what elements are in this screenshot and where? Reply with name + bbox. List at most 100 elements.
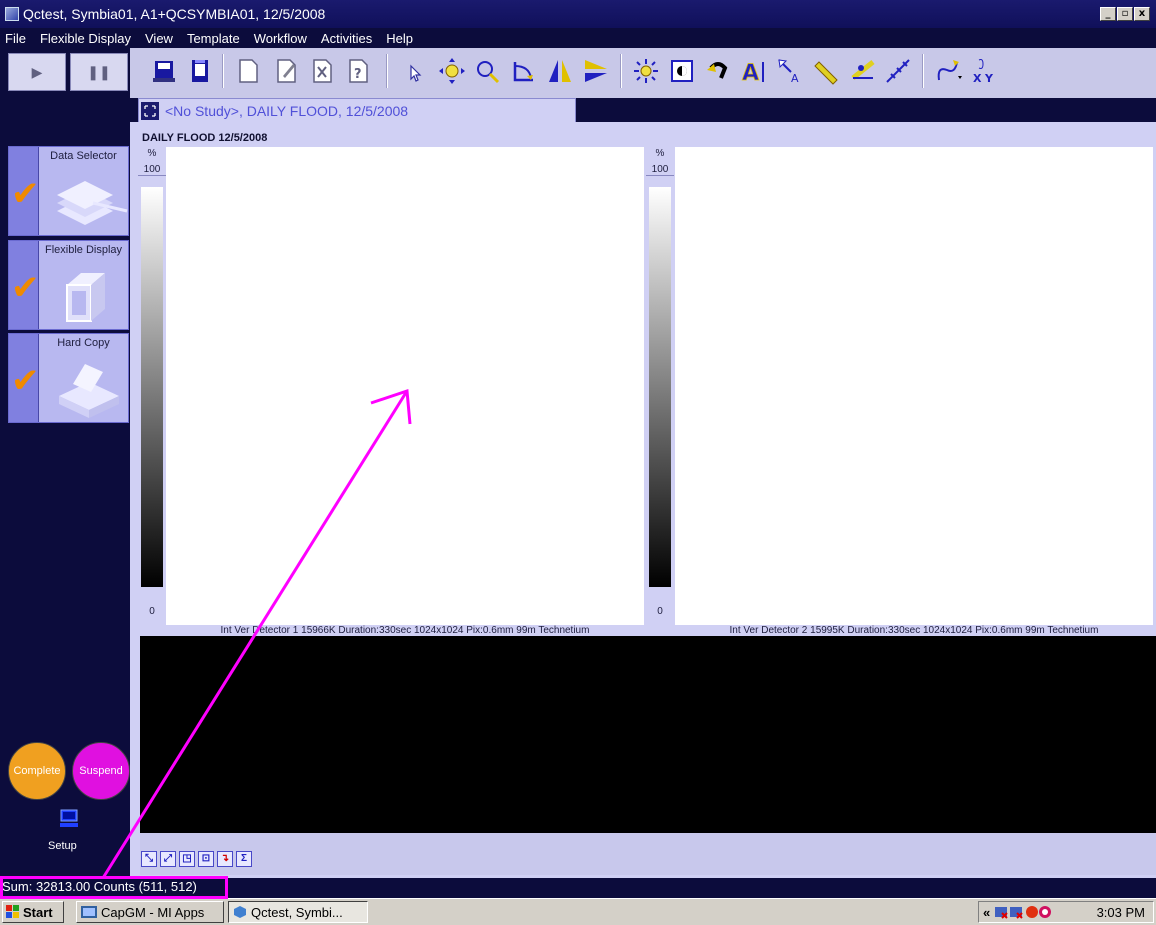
expand-icon[interactable]: ⤡ bbox=[141, 851, 157, 867]
contrast-icon[interactable] bbox=[664, 52, 700, 90]
toolbar-separator bbox=[922, 54, 924, 88]
toolbar-separator bbox=[222, 54, 224, 88]
save-icon[interactable] bbox=[146, 52, 182, 90]
check-column: ✔ bbox=[9, 334, 40, 422]
pointer-icon[interactable] bbox=[396, 52, 432, 90]
color-scale-1: % 100 0 bbox=[138, 147, 166, 620]
brightness-icon[interactable] bbox=[628, 52, 664, 90]
copy-icon[interactable] bbox=[182, 52, 218, 90]
edit-page-icon[interactable] bbox=[268, 52, 304, 90]
svg-text:Y: Y bbox=[984, 72, 994, 85]
capgm-app-icon bbox=[81, 906, 97, 918]
tray-expand-button[interactable]: « bbox=[983, 905, 990, 920]
angle-icon[interactable] bbox=[844, 52, 880, 90]
menu-flexible-display[interactable]: Flexible Display bbox=[40, 31, 131, 46]
pause-button[interactable]: ❚❚ bbox=[70, 53, 128, 91]
window-controls: _ ▫ x bbox=[1100, 7, 1150, 21]
xy-icon[interactable]: XY bbox=[966, 52, 1002, 90]
check-column: ✔ bbox=[9, 241, 40, 329]
title-bar: Qctest, Symbia01, A1+QCSYMBIA01, 12/5/20… bbox=[0, 0, 1156, 28]
system-tray: « 3:03 PM bbox=[978, 901, 1154, 923]
screen-capture-icon[interactable]: ⊡ bbox=[198, 851, 214, 867]
svg-text:A: A bbox=[742, 61, 759, 86]
sidebar-item-flexible-display[interactable]: ✔ Flexible Display bbox=[8, 240, 129, 330]
image-viewport-detector-1[interactable] bbox=[166, 147, 644, 625]
menu-activities[interactable]: Activities bbox=[321, 31, 372, 46]
restore-button[interactable]: ▫ bbox=[1117, 7, 1133, 21]
display-frame-icon bbox=[66, 273, 105, 322]
fit-window-icon[interactable]: ◳ bbox=[179, 851, 195, 867]
scale-unit: % bbox=[147, 148, 157, 159]
checkmark-icon: ✔ bbox=[11, 361, 40, 401]
start-button[interactable]: Start bbox=[2, 901, 64, 923]
scale-max: 100 bbox=[646, 164, 674, 176]
task-label: CapGM - MI Apps bbox=[101, 904, 205, 920]
flip-horizontal-icon[interactable] bbox=[542, 52, 578, 90]
sidebar-item-label: Flexible Display bbox=[44, 244, 123, 256]
setup-label[interactable]: Setup bbox=[48, 840, 77, 852]
tab-label: <No Study>, DAILY FLOOD, 12/5/2008 bbox=[165, 102, 409, 119]
arrow-annotation-icon[interactable]: A bbox=[772, 52, 808, 90]
gray-gradient bbox=[141, 187, 163, 587]
menu-file[interactable]: File bbox=[5, 31, 26, 46]
checkmark-icon: ✔ bbox=[11, 268, 40, 308]
qctest-app-icon bbox=[234, 906, 246, 918]
taskbar: Start CapGM - MI Apps Qctest, Symbi... «… bbox=[0, 898, 1156, 925]
gray-gradient bbox=[649, 187, 671, 587]
layers-icon bbox=[57, 181, 128, 225]
play-button[interactable]: ▶ bbox=[8, 53, 66, 91]
clear-annotation-icon[interactable]: ↴ bbox=[217, 851, 233, 867]
text-annotation-icon[interactable]: A bbox=[736, 52, 772, 90]
printer-icon bbox=[59, 364, 119, 418]
menu-template[interactable]: Template bbox=[187, 31, 240, 46]
zoom-icon[interactable] bbox=[470, 52, 506, 90]
app-icon bbox=[5, 7, 19, 21]
suspend-button[interactable]: Suspend bbox=[72, 742, 130, 800]
complete-button[interactable]: Complete bbox=[8, 742, 66, 800]
tray-network-icons[interactable] bbox=[994, 904, 1052, 920]
menu-workflow[interactable]: Workflow bbox=[254, 31, 307, 46]
profile-icon[interactable] bbox=[880, 52, 916, 90]
scale-max: 100 bbox=[138, 164, 166, 176]
color-scale-2: % 100 0 bbox=[646, 147, 674, 620]
help-page-icon[interactable]: ? bbox=[340, 52, 376, 90]
minimize-button[interactable]: _ bbox=[1100, 7, 1116, 21]
image-viewport-detector-2[interactable] bbox=[675, 147, 1153, 625]
scale-min: 0 bbox=[149, 606, 155, 617]
window-title: Qctest, Symbia01, A1+QCSYMBIA01, 12/5/20… bbox=[23, 6, 326, 22]
new-page-icon[interactable] bbox=[230, 52, 266, 90]
sidebar-item-label: Hard Copy bbox=[57, 337, 110, 349]
sum-icon[interactable]: Σ bbox=[236, 851, 252, 867]
setup-computer-icon[interactable] bbox=[59, 808, 79, 828]
sidebar-item-hard-copy[interactable]: ✔ Hard Copy bbox=[8, 333, 129, 423]
menu-bar: File Flexible Display View Template Work… bbox=[0, 28, 1156, 48]
move-icon[interactable] bbox=[434, 52, 470, 90]
start-label: Start bbox=[23, 904, 53, 920]
toolbar-separator bbox=[620, 54, 622, 88]
scale-min: 0 bbox=[657, 606, 663, 617]
collapse-icon[interactable]: ⤢ bbox=[160, 851, 176, 867]
status-highlight-box bbox=[0, 876, 228, 899]
clock: 3:03 PM bbox=[1096, 904, 1145, 920]
svg-text:?: ? bbox=[354, 67, 362, 82]
task-qctest[interactable]: Qctest, Symbi... bbox=[228, 901, 368, 923]
close-button[interactable]: x bbox=[1134, 7, 1150, 21]
view-title: DAILY FLOOD 12/5/2008 bbox=[142, 132, 268, 144]
windows-logo-icon bbox=[6, 905, 19, 918]
delete-page-icon[interactable] bbox=[304, 52, 340, 90]
checkmark-icon: ✔ bbox=[11, 174, 40, 214]
sidebar-item-data-selector[interactable]: ✔ Data Selector bbox=[8, 146, 129, 236]
sidebar-item-label: Data Selector bbox=[50, 150, 117, 162]
menu-view[interactable]: View bbox=[145, 31, 173, 46]
menu-help[interactable]: Help bbox=[386, 31, 413, 46]
tab-study[interactable]: <No Study>, DAILY FLOOD, 12/5/2008 bbox=[138, 98, 576, 122]
flip-vertical-icon[interactable] bbox=[578, 52, 614, 90]
rotate-icon[interactable] bbox=[506, 52, 542, 90]
task-capgm[interactable]: CapGM - MI Apps bbox=[76, 901, 224, 923]
pause-icon: ❚❚ bbox=[87, 63, 111, 80]
svg-text:X: X bbox=[973, 72, 982, 85]
undo-icon[interactable] bbox=[700, 52, 736, 90]
ruler-icon[interactable] bbox=[808, 52, 844, 90]
freehand-icon[interactable] bbox=[930, 52, 966, 90]
layout-icon[interactable] bbox=[141, 101, 159, 120]
